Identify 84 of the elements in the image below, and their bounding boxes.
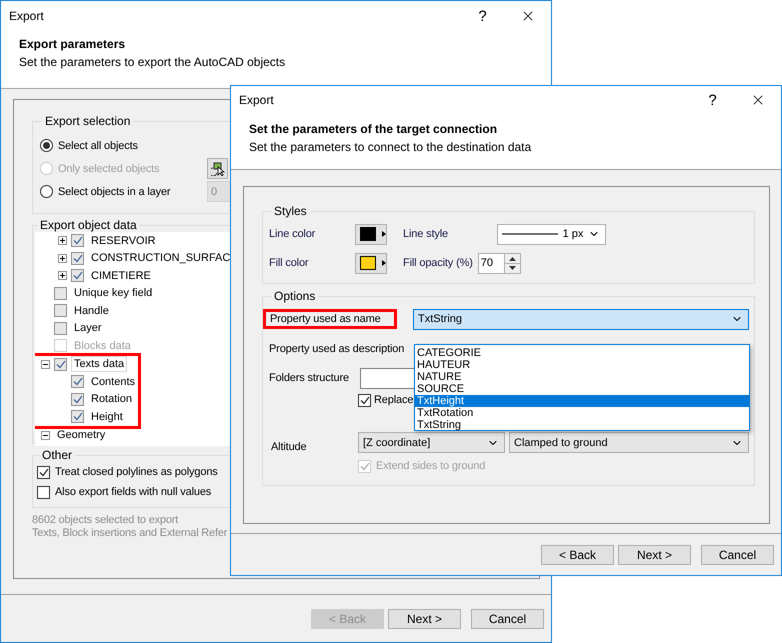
field-label: Line color bbox=[269, 228, 316, 240]
header-title: Set the parameters of the target connection bbox=[249, 122, 498, 136]
back-button[interactable]: < Back bbox=[541, 544, 614, 564]
group-title: Styles bbox=[273, 204, 308, 218]
checkbox-label: Replace bbox=[374, 394, 414, 406]
line-style-dropdown[interactable]: 1 px bbox=[497, 224, 606, 244]
tree-item[interactable]: CIMETIERE bbox=[88, 268, 154, 284]
field-label: Property used as name bbox=[270, 313, 381, 325]
field-label: Fill opacity (%) bbox=[403, 257, 473, 269]
tree-item[interactable]: Rotation bbox=[88, 391, 135, 408]
next-button[interactable]: Next > bbox=[388, 608, 461, 628]
tree-item[interactable]: Layer bbox=[71, 320, 105, 336]
radio-label: Only selected objects bbox=[58, 162, 160, 174]
tree-item[interactable]: Height bbox=[88, 408, 126, 425]
help-button[interactable]: ? bbox=[460, 1, 505, 31]
checkbox[interactable] bbox=[54, 304, 67, 318]
window-title: Export bbox=[239, 93, 275, 107]
next-button[interactable]: Next > bbox=[618, 544, 691, 564]
field-label: Fill color bbox=[269, 257, 310, 269]
header-subtitle: Set the parameters to connect to the destination data bbox=[249, 140, 532, 154]
checkbox[interactable] bbox=[358, 394, 371, 406]
checkbox[interactable] bbox=[71, 234, 84, 248]
tree-item[interactable]: Texts data bbox=[71, 356, 128, 372]
name-property-dropdown[interactable]: TxtString bbox=[413, 308, 749, 330]
checkbox[interactable] bbox=[71, 375, 84, 388]
field-label: Altitude bbox=[270, 441, 308, 453]
checkbox[interactable] bbox=[71, 269, 84, 282]
cancel-button[interactable]: Cancel bbox=[701, 544, 774, 564]
tree-item[interactable]: Contents bbox=[88, 374, 138, 390]
status-text: Texts, Block insertions and External Refer bbox=[32, 527, 228, 540]
opacity-spinner[interactable]: 70 bbox=[478, 252, 521, 274]
dropdown-option[interactable]: SOURCE bbox=[415, 383, 749, 395]
collapse-icon[interactable] bbox=[41, 360, 50, 369]
status-text: 8602 objects selected to export bbox=[32, 514, 178, 527]
checkbox[interactable] bbox=[71, 410, 84, 424]
checkbox[interactable] bbox=[71, 252, 84, 265]
dropdown-option[interactable]: CATEGORIE bbox=[415, 347, 749, 359]
cancel-button[interactable]: Cancel bbox=[471, 608, 544, 628]
dropdown-option[interactable]: HAUTEUR bbox=[415, 359, 749, 371]
line-sample-icon bbox=[502, 233, 558, 235]
checkbox[interactable] bbox=[54, 322, 67, 335]
collapse-icon[interactable] bbox=[41, 430, 50, 440]
dropdown-option[interactable]: NATURE bbox=[415, 371, 749, 383]
radio-button[interactable] bbox=[40, 139, 53, 152]
fill-color-button[interactable] bbox=[355, 252, 387, 274]
expand-icon[interactable] bbox=[58, 236, 67, 246]
group-title: Options bbox=[273, 289, 316, 303]
checkbox[interactable] bbox=[71, 392, 84, 406]
group-title: Export object data bbox=[39, 218, 138, 232]
dropdown-option[interactable]: TxtHeight bbox=[415, 395, 749, 407]
line-color-button[interactable] bbox=[355, 224, 387, 244]
group-title: Export selection bbox=[44, 114, 132, 128]
dropdown-option[interactable]: TxtString bbox=[415, 419, 749, 431]
checkbox[interactable] bbox=[54, 358, 67, 371]
field-label: Folders structure bbox=[269, 372, 350, 384]
radio-label: Select objects in a layer bbox=[58, 186, 172, 198]
expand-icon[interactable] bbox=[58, 271, 67, 280]
help-button[interactable]: ? bbox=[690, 86, 735, 114]
expand-icon[interactable] bbox=[58, 254, 67, 263]
tree-item[interactable]: Geometry bbox=[54, 427, 108, 444]
radio-button[interactable] bbox=[40, 185, 53, 198]
checkbox[interactable] bbox=[37, 466, 50, 478]
caret-icon bbox=[382, 260, 386, 266]
field-label: Line style bbox=[403, 228, 449, 240]
field-label: Property used as description bbox=[269, 343, 404, 355]
checkbox-label: Extend sides to ground bbox=[376, 460, 486, 472]
tree-item[interactable]: Unique key field bbox=[71, 285, 156, 302]
checkbox-label: Treat closed polylines as polygons bbox=[55, 466, 218, 478]
window-title: Export bbox=[9, 9, 45, 23]
group-title: Other bbox=[41, 448, 74, 462]
caret-icon bbox=[382, 231, 386, 237]
checkbox[interactable] bbox=[54, 286, 67, 300]
altitude-mode-dropdown[interactable]: [Z coordinate] bbox=[358, 432, 505, 453]
tree-item[interactable]: RESERVOIR bbox=[88, 232, 159, 249]
tree-item[interactable]: CONSTRUCTION_SURFAC bbox=[88, 250, 234, 266]
radio-label: Select all objects bbox=[58, 140, 138, 152]
checkbox-label: Also export fields with null values bbox=[55, 486, 212, 498]
checkbox[interactable] bbox=[37, 486, 50, 498]
header-subtitle: Set the parameters to export the AutoCAD objects bbox=[19, 55, 286, 69]
dropdown-option[interactable]: TxtRotation bbox=[415, 407, 749, 419]
header-title: Export parameters bbox=[19, 37, 126, 51]
altitude-reference-dropdown[interactable]: Clamped to ground bbox=[509, 432, 749, 453]
tree-item[interactable]: Handle bbox=[71, 302, 112, 319]
pick-objects-button[interactable] bbox=[207, 158, 228, 179]
